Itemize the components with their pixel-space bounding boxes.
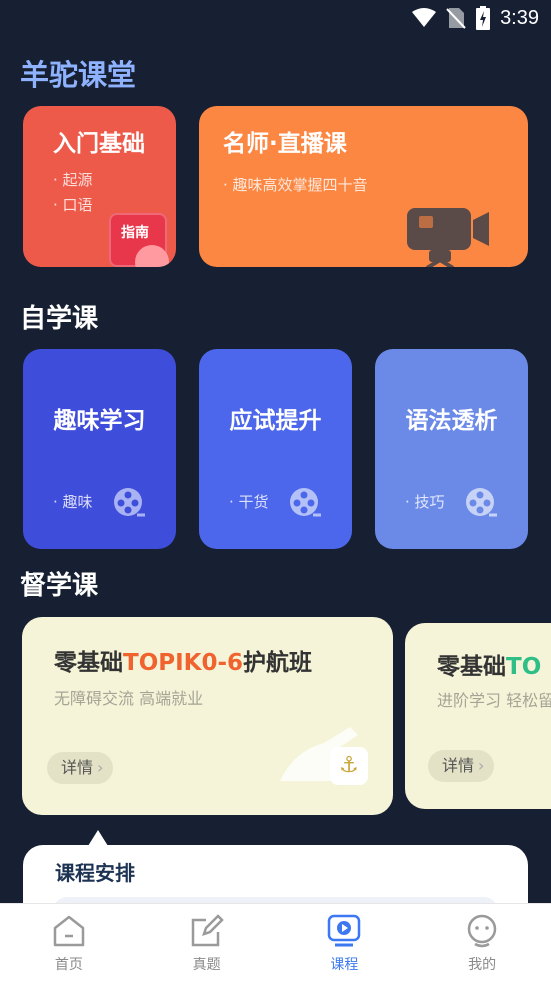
edit-icon: [191, 914, 224, 947]
film-reel-icon: [466, 488, 497, 517]
supervised-section-title: 督学课: [20, 571, 99, 601]
self-study-card-grammar[interactable]: 语法透析 · 技巧: [375, 349, 528, 549]
intro-item-origin: · 起源: [53, 171, 93, 189]
battery-charging-icon: [476, 6, 491, 30]
intro-card-title: 入门基础: [53, 131, 145, 157]
guide-badge: 指南: [109, 213, 169, 267]
app-title: 羊驼课堂: [20, 58, 137, 92]
tab-label: 首页: [54, 957, 83, 973]
details-button[interactable]: 详情 ›: [47, 752, 114, 784]
tab-home[interactable]: 首页: [0, 904, 138, 981]
status-bar: 3:39: [0, 0, 551, 38]
status-time: 3:39: [500, 6, 539, 29]
supervised-card-title: 零基础TO: [437, 647, 541, 681]
bottom-tab-bar: 首页 真题 课程 我的: [0, 903, 551, 981]
details-button-label: 详情: [442, 756, 475, 775]
profile-icon: [467, 914, 497, 948]
title-prefix: 零基础: [437, 654, 506, 680]
details-button-label: 详情: [61, 758, 94, 777]
schedule-pointer: [88, 830, 108, 846]
guide-badge-label: 指南: [121, 225, 149, 241]
intro-item-speaking: · 口语: [53, 196, 93, 214]
title-prefix: 零基础: [54, 650, 123, 676]
tab-label: 真题: [192, 957, 221, 973]
self-study-section-title: 自学课: [20, 304, 99, 334]
supervised-card-subtitle: 进阶学习 轻松留: [437, 691, 551, 710]
title-suffix: 护航班: [243, 650, 313, 676]
self-study-card-exam[interactable]: 应试提升 · 干货: [199, 349, 352, 549]
details-button[interactable]: 详情 ›: [428, 750, 495, 782]
intro-card-items: · 起源 · 口语: [53, 168, 93, 218]
tab-questions[interactable]: 真题: [138, 904, 276, 981]
schedule-title: 课程安排: [55, 861, 135, 885]
self-study-card-fun[interactable]: 趣味学习 · 趣味: [23, 349, 176, 549]
self-card-title: 语法透析: [405, 408, 498, 434]
chevron-right-icon: ›: [478, 756, 485, 775]
supervised-card-title: 零基础TOPIK0-6护航班: [54, 643, 312, 677]
intro-basics-card[interactable]: 入门基础 · 起源 · 口语 指南: [23, 106, 176, 267]
supervised-card-topik[interactable]: 零基础TOPIK0-6护航班 无障碍交流 高端就业 详情 › ⚓: [22, 617, 393, 815]
live-class-card[interactable]: 名师·直播课 · 趣味高效掌握四十音: [199, 106, 528, 267]
tab-profile[interactable]: 我的: [413, 904, 551, 981]
live-card-subtitle: · 趣味高效掌握四十音: [223, 176, 368, 194]
self-card-title: 趣味学习: [53, 408, 146, 434]
anchor-icon: ⚓: [330, 747, 368, 785]
title-highlight: TO: [506, 654, 542, 680]
course-play-icon: [328, 914, 361, 947]
video-camera-icon: [407, 208, 489, 267]
tab-label: 我的: [468, 957, 497, 973]
wifi-icon: [412, 8, 437, 27]
self-card-tag: · 趣味: [53, 493, 93, 511]
tab-courses[interactable]: 课程: [276, 904, 414, 981]
supervised-card-subtitle: 无障碍交流 高端就业: [54, 689, 204, 708]
status-icons: 3:39: [412, 6, 539, 30]
tab-label: 课程: [330, 957, 359, 973]
chevron-right-icon: ›: [97, 758, 104, 777]
film-reel-icon: [114, 488, 145, 517]
self-card-tag: · 技巧: [405, 493, 445, 511]
home-icon: [53, 915, 85, 947]
self-card-title: 应试提升: [229, 408, 322, 434]
live-card-title: 名师·直播课: [223, 131, 347, 157]
supervised-card-advanced[interactable]: 零基础TO 进阶学习 轻松留 详情 ›: [405, 623, 551, 809]
film-reel-icon: [290, 488, 321, 517]
no-sim-icon: [446, 8, 466, 29]
title-highlight: TOPIK0-6: [123, 650, 244, 676]
compass-icon: [135, 245, 169, 267]
self-card-tag: · 干货: [229, 493, 269, 511]
